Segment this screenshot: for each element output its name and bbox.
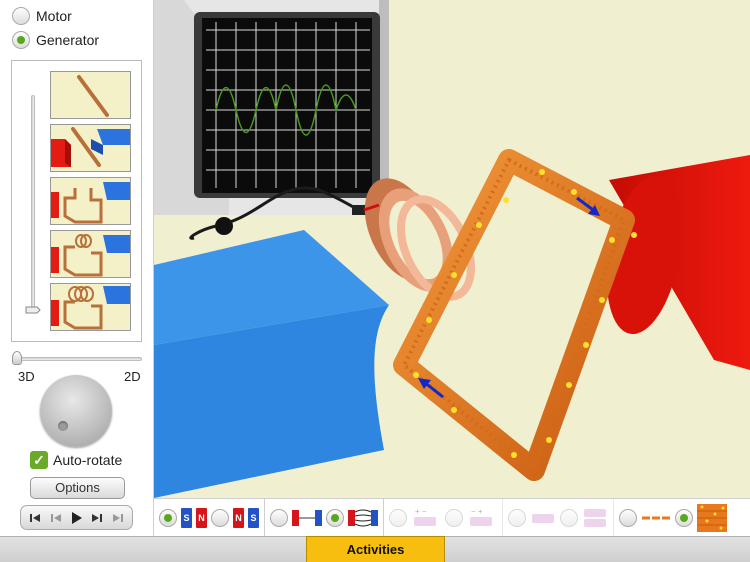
view-2d-label: 2D: [124, 369, 141, 384]
mode-motor-option[interactable]: Motor: [12, 7, 72, 25]
build-step-wire-magnets[interactable]: [50, 124, 131, 172]
radio-battery-plus-minus[interactable]: [389, 508, 407, 527]
build-step-loop-coil[interactable]: [50, 283, 131, 331]
mode-motor-label: Motor: [36, 8, 72, 24]
radio-electron-view[interactable]: [675, 508, 693, 527]
build-step-loop-magnets[interactable]: [50, 177, 131, 225]
oscilloscope: [154, 0, 389, 240]
battery-reversed-icon: − +: [470, 507, 492, 526]
rotation-knob[interactable]: [40, 375, 112, 447]
step-back-button[interactable]: [47, 509, 65, 527]
auto-rotate-toggle[interactable]: ✓ Auto-rotate: [30, 451, 122, 469]
skip-to-start-icon: [30, 513, 41, 522]
loop-magnets-icon: [51, 182, 130, 224]
simulation-scene[interactable]: [154, 0, 750, 498]
build-step-wire[interactable]: [50, 71, 131, 119]
electron-view-icon: [697, 503, 727, 532]
view-3d-label: 3D: [18, 369, 35, 384]
play-icon: [72, 511, 83, 524]
playback-controls: [20, 505, 133, 530]
battery-polarity-group: + − − +: [384, 499, 503, 536]
current-arrow-icon: [642, 516, 670, 519]
scene-drawing: [154, 0, 750, 498]
left-control-panel: Motor Generator 3D 2D ✓ Auto-rotate Opti…: [0, 0, 154, 536]
app-window: Motor Generator 3D 2D ✓ Auto-rotate Opti…: [0, 0, 750, 562]
svg-text:− +: − +: [471, 507, 483, 516]
radio-battery-minus-plus[interactable]: [445, 508, 463, 527]
magnet-field-lines-icon: [348, 509, 378, 526]
loop-coil-icon: [51, 286, 130, 330]
play-button[interactable]: [67, 509, 85, 527]
step-forward-icon: [92, 513, 103, 522]
radio-current-view[interactable]: [619, 508, 637, 527]
view-slider-thumb[interactable]: [12, 351, 22, 365]
skip-to-end-button[interactable]: [109, 509, 127, 527]
battery-cells-group: [503, 499, 614, 536]
radio-polarity-ns[interactable]: [211, 508, 229, 527]
auto-rotate-label: Auto-rotate: [53, 452, 123, 468]
radio-one-cell[interactable]: [508, 508, 526, 527]
wire-magnets-icon: [51, 127, 130, 167]
view-slider-track[interactable]: [16, 357, 142, 361]
step-forward-button[interactable]: [88, 509, 106, 527]
field-lines-group: [265, 499, 384, 536]
build-step-slider-track[interactable]: [31, 95, 35, 313]
magnet-n-pole: N: [233, 507, 244, 528]
build-steps-panel: [11, 60, 142, 342]
mode-generator-option[interactable]: Generator: [12, 31, 99, 49]
radio-motor[interactable]: [12, 7, 30, 25]
radio-field-lines[interactable]: [326, 508, 344, 527]
build-step-loop-small-coil[interactable]: [50, 230, 131, 278]
knob-indicator: [58, 421, 68, 431]
wire-icon: [77, 75, 109, 117]
blue-magnet: [154, 230, 389, 498]
step-back-icon: [50, 513, 61, 522]
magnet-no-field-icon: [292, 509, 322, 526]
magnet-polarity-group: S N N S: [154, 499, 265, 536]
current-view-group: [614, 499, 732, 536]
build-step-slider-thumb[interactable]: [25, 306, 41, 314]
auto-rotate-checkbox[interactable]: ✓: [30, 451, 48, 469]
bottom-toolbar: S N N S + − − +: [154, 498, 750, 536]
magnet-n-pole: N: [196, 507, 207, 528]
options-button[interactable]: Options: [30, 477, 125, 499]
skip-to-end-icon: [112, 513, 123, 522]
radio-polarity-sn[interactable]: [159, 508, 177, 527]
radio-no-field-lines[interactable]: [270, 508, 288, 527]
magnet-s-pole: S: [181, 507, 192, 528]
svg-text:+ −: + −: [415, 507, 427, 516]
magnet-s-pole: S: [248, 507, 259, 528]
two-cells-icon: [584, 508, 606, 527]
activities-tab[interactable]: Activities: [306, 536, 445, 562]
radio-generator[interactable]: [12, 31, 30, 49]
mode-generator-label: Generator: [36, 32, 100, 48]
radio-two-cells[interactable]: [560, 508, 578, 527]
one-cell-icon: [532, 513, 554, 523]
battery-icon: + −: [414, 507, 436, 526]
skip-to-start-button[interactable]: [26, 509, 44, 527]
loop-small-coil-icon: [51, 234, 130, 277]
